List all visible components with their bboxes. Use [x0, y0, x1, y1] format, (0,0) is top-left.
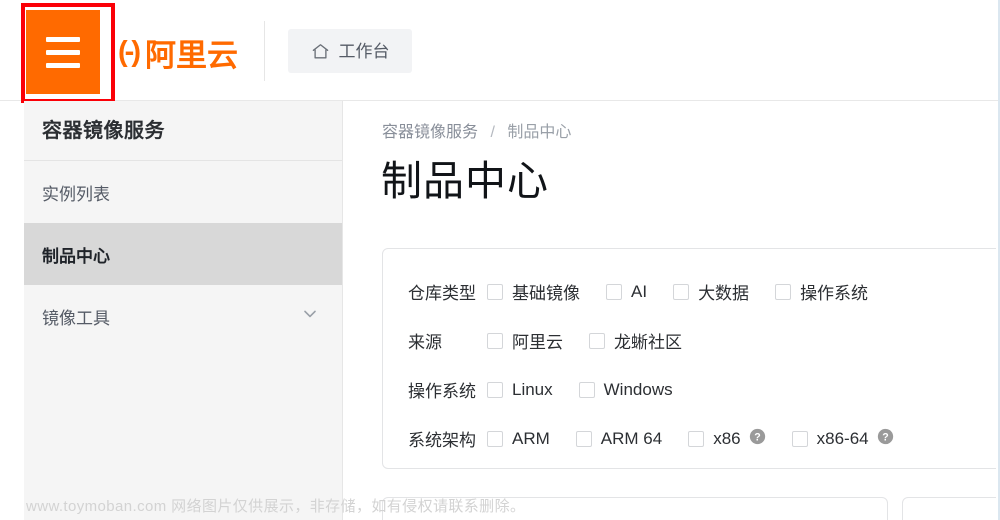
svg-text:?: ?	[754, 431, 760, 443]
content-card-secondary	[902, 497, 996, 520]
checkbox-box[interactable]	[673, 283, 690, 300]
checkbox-label: AI	[631, 281, 648, 301]
checkbox-option-x86-64[interactable]: x86-64 ?	[791, 428, 894, 450]
checkbox-box[interactable]	[589, 332, 605, 349]
checkbox-option-x86[interactable]: x86 ?	[688, 428, 765, 450]
checkbox-option-ai[interactable]: AI	[606, 282, 647, 302]
main-content: 容器镜像服务 / 制品中心 制品中心 仓库类型 基础镜像 AI 大数据 操作系统…	[344, 101, 996, 520]
checkbox-box[interactable]	[775, 283, 792, 300]
sidebar-item-artifact-center[interactable]: 制品中心	[24, 223, 342, 285]
breadcrumb: 容器镜像服务 / 制品中心	[382, 118, 571, 142]
question-circle-icon[interactable]: ?	[877, 428, 894, 450]
sidebar-item-label: 镜像工具	[42, 308, 110, 328]
checkbox-option-windows[interactable]: Windows	[578, 379, 673, 400]
sidebar-item-image-tools[interactable]: 镜像工具	[24, 285, 342, 347]
question-circle-icon[interactable]: ?	[749, 428, 766, 450]
alibaba-cloud-logo[interactable]: (-) 阿里云	[118, 30, 238, 74]
home-icon	[311, 42, 330, 61]
chevron-down-icon[interactable]	[300, 304, 320, 329]
filter-label: 操作系统	[408, 382, 476, 401]
sidebar-item-label: 制品中心	[42, 246, 110, 266]
filter-options: 基础镜像 AI 大数据 操作系统	[487, 279, 894, 304]
checkbox-box[interactable]	[487, 381, 503, 398]
checkbox-label: 大数据	[698, 284, 750, 303]
watermark-text: www.toymoban.com 网络图片仅供展示，非存储，如有侵权请联系删除。	[26, 498, 526, 515]
breadcrumb-current: 制品中心	[507, 124, 572, 141]
checkbox-box[interactable]	[578, 381, 595, 398]
hamburger-bar-2	[46, 49, 80, 55]
sidebar-title: 容器镜像服务	[42, 120, 165, 142]
checkbox-box[interactable]	[487, 430, 503, 447]
checkbox-option-arm64[interactable]: ARM 64	[575, 428, 663, 449]
checkbox-box[interactable]	[487, 332, 503, 349]
checkbox-box[interactable]	[575, 430, 592, 447]
sidebar-item-instance-list[interactable]: 实例列表	[24, 161, 342, 223]
workbench-button[interactable]: 工作台	[288, 29, 412, 73]
filter-row-architecture: 系统架构 ARM ARM 64 x86 ? x86-64 ?	[383, 414, 996, 463]
filter-label: 仓库类型	[408, 284, 476, 303]
nav-divider	[264, 21, 265, 81]
filter-row-repository-type: 仓库类型 基础镜像 AI 大数据 操作系统	[383, 267, 996, 316]
checkbox-label: 操作系统	[800, 284, 869, 303]
checkbox-box[interactable]	[791, 430, 808, 447]
checkbox-box[interactable]	[688, 430, 705, 447]
checkbox-label: Windows	[603, 379, 673, 399]
sidebar: 容器镜像服务 实例列表 制品中心 镜像工具	[24, 101, 343, 520]
svg-text:?: ?	[882, 431, 888, 443]
checkbox-label: ARM 64	[600, 428, 663, 448]
hamburger-menu-icon[interactable]	[26, 10, 100, 94]
sidebar-menu: 实例列表 制品中心 镜像工具	[24, 161, 342, 347]
sidebar-item-label: 实例列表	[42, 184, 110, 204]
filter-label: 系统架构	[408, 431, 476, 450]
filter-row-source: 来源 阿里云 龙蜥社区	[383, 316, 996, 365]
checkbox-option-base-image[interactable]: 基础镜像	[487, 279, 580, 304]
workbench-label: 工作台	[338, 41, 390, 61]
checkbox-option-linux[interactable]: Linux	[487, 380, 553, 400]
filter-panel: 仓库类型 基础镜像 AI 大数据 操作系统 来源 阿里云 龙蜥社区 操作系统 L…	[382, 248, 996, 469]
checkbox-label: 龙蜥社区	[614, 333, 682, 352]
checkbox-box[interactable]	[487, 283, 503, 300]
checkbox-option-arm[interactable]: ARM	[487, 429, 550, 449]
app-screen: (-) 阿里云 工作台 容器镜像服务 实例列表 制品中心 镜像工具 容器镜像服务…	[0, 0, 1000, 520]
checkbox-label: 阿里云	[512, 333, 563, 352]
filter-label: 来源	[408, 333, 442, 352]
hamburger-bar-3	[46, 62, 80, 68]
brand-mark-icon: (-)	[118, 35, 141, 68]
checkbox-option-alibaba-cloud[interactable]: 阿里云	[487, 328, 563, 353]
checkbox-label: x86-64	[816, 428, 869, 448]
breadcrumb-separator: /	[490, 124, 495, 141]
checkbox-label: 基础镜像	[512, 284, 580, 303]
filter-row-os: 操作系统 Linux Windows	[383, 365, 996, 414]
filter-options: Linux Windows	[487, 380, 699, 400]
hamburger-bar-1	[46, 36, 80, 42]
filter-options: ARM ARM 64 x86 ? x86-64 ?	[487, 428, 920, 450]
checkbox-option-anolis-community[interactable]: 龙蜥社区	[589, 328, 682, 353]
page-title: 制品中心	[381, 158, 549, 204]
filter-options: 阿里云 龙蜥社区	[487, 328, 708, 353]
checkbox-option-big-data[interactable]: 大数据	[673, 279, 749, 304]
checkbox-box[interactable]	[606, 283, 622, 300]
checkbox-label: Linux	[512, 379, 553, 399]
checkbox-label: x86	[713, 428, 741, 448]
breadcrumb-parent[interactable]: 容器镜像服务	[382, 124, 478, 141]
checkbox-label: ARM	[512, 428, 550, 448]
brand-name-label: 阿里云	[144, 37, 238, 73]
top-navigation-bar: (-) 阿里云 工作台	[0, 0, 998, 103]
checkbox-option-operating-system[interactable]: 操作系统	[775, 279, 868, 304]
